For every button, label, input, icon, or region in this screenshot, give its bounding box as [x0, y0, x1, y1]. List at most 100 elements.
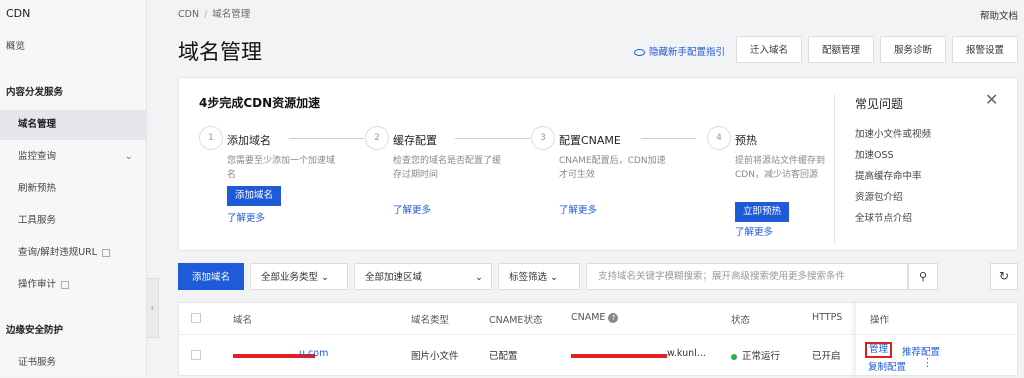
select-all-checkbox[interactable]: [191, 313, 201, 323]
domain-type-value: 图片小文件: [411, 351, 459, 362]
business-type-value: 全部业务类型: [261, 272, 319, 283]
step-number: 3: [531, 126, 555, 150]
sidebar: CDN 概览 内容分发服务 域名管理 监控查询 ⌄ 刷新预热 工具服务 查询/解…: [0, 0, 147, 376]
column-header-status: 状态: [731, 315, 751, 326]
https-value: 已开启: [812, 351, 841, 362]
sidebar-collapse-handle[interactable]: ‹: [147, 278, 159, 338]
external-link-icon: [102, 248, 111, 257]
manage-link[interactable]: 管理: [865, 342, 893, 358]
domain-table: 域名 域名类型 CNAME状态 CNAME ? 状态 HTTPS 操作 管理 推…: [178, 302, 1019, 377]
help-docs-link[interactable]: 帮助文档: [980, 8, 1018, 22]
import-domain-button[interactable]: 迁入域名: [736, 36, 802, 63]
sidebar-item-overview[interactable]: 概览: [0, 32, 147, 62]
status-dot-icon: [731, 353, 737, 360]
column-header-cname-status: CNAME状态: [489, 315, 543, 326]
refresh-icon[interactable]: ↻: [990, 263, 1018, 290]
faq-item[interactable]: 加速OSS: [855, 147, 894, 161]
sidebar-title: CDN: [6, 7, 31, 20]
cname-header-label: CNAME: [571, 312, 606, 323]
copy-config-link[interactable]: 复制配置: [868, 359, 906, 373]
learn-more-link[interactable]: 了解更多: [227, 210, 265, 224]
breadcrumb-item[interactable]: CDN: [178, 9, 199, 20]
learn-more-link[interactable]: 了解更多: [393, 202, 431, 216]
step-title: 配置CNAME: [559, 134, 621, 147]
business-type-select[interactable]: 全部业务类型 ⌄: [250, 263, 348, 290]
chevron-down-icon: ⌄: [550, 272, 559, 283]
external-link-icon: [61, 280, 70, 289]
help-icon[interactable]: ?: [608, 313, 619, 323]
eye-icon: [634, 49, 645, 56]
step-connector: [455, 138, 530, 139]
faq-item[interactable]: 提高缓存命中率: [855, 168, 922, 182]
chevron-down-icon: ⌄: [475, 272, 483, 283]
domain-link[interactable]: u.com: [299, 348, 328, 359]
alarm-settings-button[interactable]: 报警设置: [952, 36, 1018, 63]
sidebar-item-certificates[interactable]: 证书服务: [0, 348, 147, 378]
service-diagnosis-button[interactable]: 服务诊断: [880, 36, 946, 63]
column-header-domain: 域名: [233, 315, 253, 326]
preload-now-button[interactable]: 立即预热: [735, 202, 790, 222]
hide-guide-label: 隐藏新手配置指引: [649, 47, 726, 58]
status-label: 正常运行: [742, 351, 781, 362]
row-checkbox[interactable]: [191, 350, 201, 360]
add-domain-guide-button[interactable]: 添加域名: [227, 186, 282, 206]
step-number: 4: [707, 126, 731, 150]
faq-divider: [834, 94, 835, 244]
step-title: 添加域名: [227, 134, 271, 147]
tag-filter-button[interactable]: 标签筛选 ⌄: [498, 263, 580, 290]
sidebar-group-edge-security: 边缘安全防护: [6, 325, 64, 336]
guide-title: 4步完成CDN资源加速: [199, 96, 321, 110]
learn-more-link[interactable]: 了解更多: [735, 224, 773, 238]
cname-status-value: 已配置: [489, 351, 518, 362]
sidebar-group-cdn-service: 内容分发服务: [6, 87, 64, 98]
sidebar-item-monitoring[interactable]: 监控查询 ⌄: [0, 142, 147, 172]
region-value: 全部加速区域: [365, 272, 423, 283]
faq-item[interactable]: 资源包介绍: [855, 189, 903, 203]
sidebar-item-label: 操作审计: [18, 279, 57, 290]
sidebar-item-domain-management[interactable]: 域名管理: [0, 110, 147, 140]
sidebar-item-label: 监控查询: [18, 151, 57, 162]
status-badge: 正常运行: [731, 348, 780, 362]
step-description: CNAME配置后，CDN加速才可生效: [559, 156, 666, 180]
step-description: 您需要至少添加一个加速域名: [227, 156, 336, 180]
faq-title: 常见问题: [855, 97, 904, 111]
faq-item[interactable]: 全球节点介绍: [855, 210, 912, 224]
sidebar-item-refresh-preload[interactable]: 刷新预热: [0, 174, 147, 204]
step-connector: [641, 138, 696, 139]
page-title: 域名管理: [178, 40, 262, 64]
chevron-down-icon: ⌄: [321, 272, 330, 283]
quota-management-button[interactable]: 配额管理: [808, 36, 874, 63]
sidebar-item-audit[interactable]: 操作审计: [0, 270, 147, 300]
add-domain-button[interactable]: 添加域名: [178, 263, 244, 290]
recommended-config-link[interactable]: 推荐配置: [902, 344, 940, 358]
learn-more-link[interactable]: 了解更多: [559, 202, 597, 216]
tag-filter-label: 标签筛选: [509, 272, 548, 283]
sidebar-item-label: 查询/解封违规URL: [18, 247, 98, 258]
step-connector: [289, 138, 364, 139]
cname-value: w.kunl...: [667, 348, 706, 359]
step-number: 1: [199, 126, 223, 150]
setup-guide-panel: 4步完成CDN资源加速 1 添加域名 您需要至少添加一个加速域名 添加域名 了解…: [178, 77, 1018, 251]
step-title: 缓存配置: [393, 134, 437, 147]
breadcrumb-item: 域名管理: [212, 9, 251, 20]
region-select[interactable]: 全部加速区域 ⌄: [354, 263, 492, 290]
column-header-cname: CNAME ?: [571, 312, 619, 323]
faq-item[interactable]: 加速小文件或视频: [855, 126, 931, 140]
more-actions-icon[interactable]: ⋮: [922, 356, 933, 369]
chevron-down-icon: ⌄: [124, 151, 133, 162]
column-header-https: HTTPS: [812, 312, 843, 323]
actions-column: 操作 管理 推荐配置 复制配置 ⋮: [855, 303, 1019, 377]
step-description: 检查您的域名是否配置了缓存过期时间: [393, 156, 502, 180]
search-input[interactable]: 支持域名关键字模糊搜索；展开高级搜索使用更多搜索条件: [586, 263, 908, 290]
column-header-domain-type: 域名类型: [411, 315, 450, 326]
sidebar-item-violation-url[interactable]: 查询/解封违规URL: [0, 238, 147, 268]
search-icon[interactable]: ⚲: [908, 263, 938, 290]
close-icon[interactable]: ✕: [985, 90, 998, 109]
main-content: CDN / 域名管理 帮助文档 域名管理 隐藏新手配置指引 迁入域名 配额管理 服务…: [160, 0, 1024, 377]
hide-guide-link[interactable]: 隐藏新手配置指引: [634, 44, 725, 58]
chevron-left-icon: ‹: [150, 303, 155, 314]
step-description: 提前将源站文件缓存到CDN，减少访客回源: [735, 156, 826, 180]
sidebar-item-tools[interactable]: 工具服务: [0, 206, 147, 236]
step-number: 2: [365, 126, 389, 150]
step-title: 预热: [735, 134, 757, 147]
